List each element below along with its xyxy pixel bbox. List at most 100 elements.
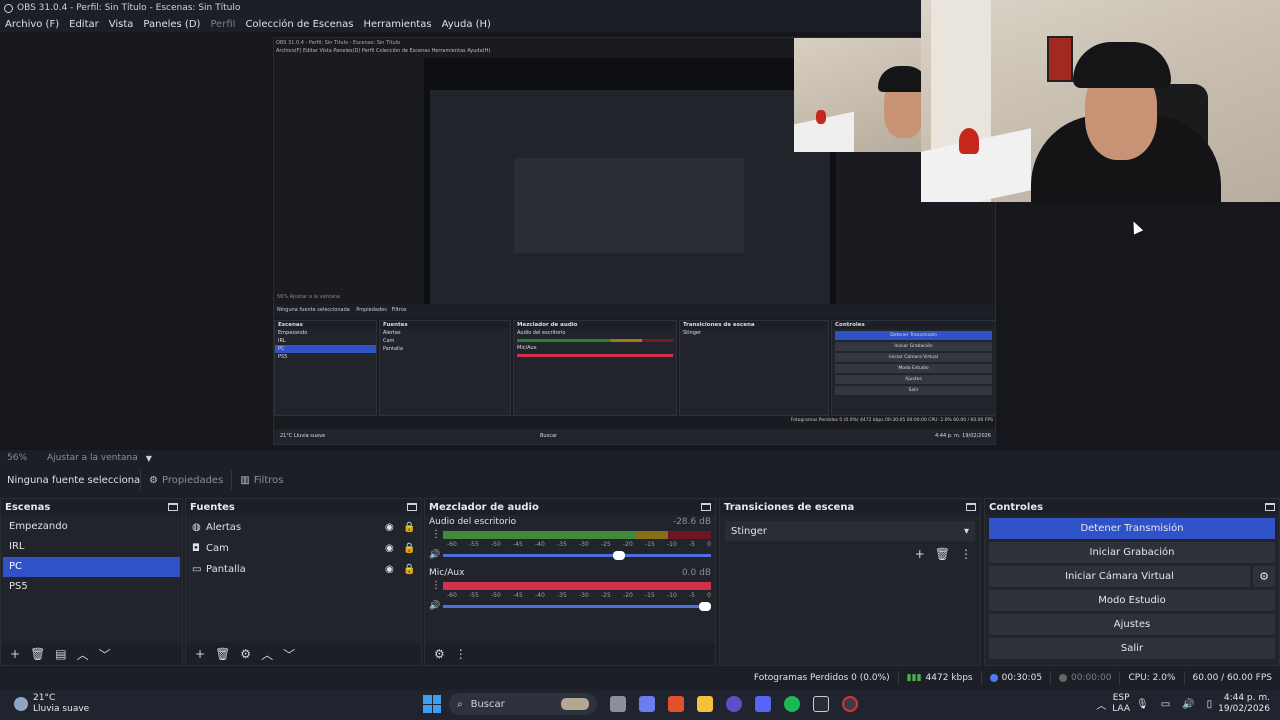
lock-icon[interactable]: 🔒: [403, 564, 415, 575]
window-title: OBS 31.0.4 - Perfil: Sin Título - Escena…: [17, 3, 241, 13]
trash-icon[interactable]: 🗑: [30, 647, 45, 661]
start-recording-button[interactable]: Iniciar Grabación: [989, 542, 1275, 563]
spotify-icon[interactable]: [784, 696, 800, 712]
chevron-down-icon[interactable]: ▼: [146, 454, 152, 463]
scene-item-irl[interactable]: IRL: [3, 537, 180, 557]
chevron-up-icon[interactable]: ︿: [77, 646, 89, 663]
sources-dock: Fuentes ◍ Alertas ◉ 🔒 ◘ Cam ◉ 🔒 ▭ Pantal…: [185, 498, 422, 666]
microphone-icon[interactable]: 🎙: [1136, 699, 1149, 710]
volume-slider-handle[interactable]: [613, 550, 626, 560]
filters-button[interactable]: ▥ Filtros: [231, 470, 291, 490]
obs-studio-icon[interactable]: [842, 696, 858, 712]
chevron-up-icon[interactable]: ︿: [261, 646, 273, 663]
undock-icon[interactable]: [168, 503, 178, 511]
menu-archivo[interactable]: Archivo (F): [5, 19, 59, 30]
obs-tray-app-icon[interactable]: [726, 696, 742, 712]
chevron-down-icon[interactable]: ﹀: [283, 646, 295, 663]
nested-source: Alertas: [383, 330, 401, 336]
trash-icon[interactable]: 🗑: [215, 647, 230, 661]
eye-icon[interactable]: ◉: [385, 564, 397, 575]
exit-button[interactable]: Salir: [989, 638, 1275, 659]
search-placeholder: Buscar: [470, 698, 505, 710]
copilot-icon[interactable]: [639, 696, 655, 712]
menu-editar[interactable]: Editar: [69, 19, 99, 30]
volume-slider-handle[interactable]: [699, 601, 711, 611]
cpu-status: CPU: 2.0%: [1119, 671, 1183, 685]
weather-widget[interactable]: 21°C Lluvia suave: [14, 693, 89, 715]
volume-slider[interactable]: [443, 550, 711, 560]
menu-paneles[interactable]: Paneles (D): [143, 19, 200, 30]
source-item-alertas[interactable]: ◍ Alertas ◉ 🔒: [186, 517, 421, 538]
more-vertical-icon[interactable]: ⋮: [960, 547, 972, 561]
chevron-down-icon[interactable]: ﹀: [99, 646, 111, 663]
volume-slider[interactable]: [443, 601, 711, 611]
stream-icon: [989, 674, 998, 682]
fps-status: 60.00 / 60.00 FPS: [1183, 671, 1280, 685]
status-bar: Fotogramas Perdidos 0 (0.0%) ▮▮▮ 4472 kb…: [0, 668, 1280, 688]
lock-icon[interactable]: 🔒: [403, 543, 415, 554]
virtual-camera-button[interactable]: Iniciar Cámara Virtual: [989, 566, 1250, 587]
fit-to-window[interactable]: Ajustar a la ventana: [47, 453, 138, 463]
network-icon[interactable]: ▭: [1161, 699, 1170, 710]
eye-icon[interactable]: ◉: [385, 543, 397, 554]
undock-icon[interactable]: [407, 503, 417, 511]
mixer-channel-mic: Mic/Aux 0.0 dB ⋮ -60 -55 -50 -45 -40 -35 -30 -2…: [425, 566, 715, 613]
more-vertical-icon[interactable]: ⋮: [429, 529, 443, 540]
studio-mode-button[interactable]: Modo Estudio: [989, 590, 1275, 611]
sources-title: Fuentes: [190, 501, 235, 513]
speaker-icon[interactable]: 🔊: [429, 601, 443, 611]
add-icon[interactable]: +: [915, 547, 925, 561]
menu-vista[interactable]: Vista: [109, 19, 134, 30]
add-icon[interactable]: +: [10, 647, 20, 661]
lock-icon[interactable]: 🔒: [403, 522, 415, 533]
undock-icon[interactable]: [1265, 503, 1275, 511]
sources-footer: + 🗑 ⚙ ︿ ﹀: [186, 643, 421, 665]
mixer-title: Mezclador de audio: [429, 501, 539, 513]
signal-icon: ▮▮▮: [906, 673, 922, 683]
record-time-status: 00:00:00: [1050, 671, 1119, 685]
filter-icon[interactable]: ▤: [55, 647, 66, 661]
menu-perfil[interactable]: Perfil: [210, 19, 235, 30]
windows-start-icon[interactable]: [423, 695, 441, 713]
scene-item-pc[interactable]: PC: [3, 557, 180, 577]
discord-icon[interactable]: [755, 696, 771, 712]
audio-app-icon[interactable]: [813, 696, 829, 712]
file-explorer-icon[interactable]: [697, 696, 713, 712]
trash-icon[interactable]: 🗑: [935, 547, 950, 561]
more-vertical-icon[interactable]: ⋮: [455, 647, 467, 661]
source-item-cam[interactable]: ◘ Cam ◉ 🔒: [186, 538, 421, 559]
gear-icon[interactable]: ⚙: [434, 647, 445, 661]
battery-icon[interactable]: ▯: [1207, 699, 1213, 710]
language-indicator[interactable]: ESP LAA: [1112, 693, 1130, 715]
undock-icon[interactable]: [701, 503, 711, 511]
chevron-up-icon[interactable]: ︿: [1096, 697, 1106, 712]
clock-time: 4:44 p. m.: [1223, 693, 1270, 703]
menu-herramientas[interactable]: Herramientas: [363, 19, 431, 30]
tick: -15: [645, 541, 655, 548]
eye-icon[interactable]: ◉: [385, 522, 397, 533]
volume-icon[interactable]: 🔊: [1182, 699, 1194, 710]
settings-button[interactable]: Ajustes: [989, 614, 1275, 635]
properties-button[interactable]: ⚙ Propiedades: [140, 470, 231, 490]
source-item-pantalla[interactable]: ▭ Pantalla ◉ 🔒: [186, 559, 421, 580]
gear-icon[interactable]: ⚙: [1253, 566, 1275, 587]
taskbar-search[interactable]: ⌕ Buscar: [449, 693, 597, 715]
transition-select[interactable]: Stinger ▾: [725, 521, 975, 541]
bitrate-status: ▮▮▮ 4472 kbps: [897, 671, 981, 685]
clock[interactable]: 4:44 p. m. 19/02/2026: [1218, 693, 1270, 715]
add-icon[interactable]: +: [195, 647, 205, 661]
task-view-icon[interactable]: [610, 696, 626, 712]
scene-item-empezando[interactable]: Empezando: [3, 517, 180, 537]
brave-browser-icon[interactable]: [668, 696, 684, 712]
nested-mixer-panel: Mezclador de audio Audio del escritorio …: [513, 320, 677, 416]
gear-icon[interactable]: ⚙: [240, 647, 251, 661]
nested-scene: PC: [275, 345, 376, 353]
menu-ayuda[interactable]: Ayuda (H): [442, 19, 491, 30]
more-vertical-icon[interactable]: ⋮: [429, 580, 443, 591]
stop-stream-button[interactable]: Detener Transmisión: [989, 518, 1275, 539]
scene-item-ps5[interactable]: PS5: [3, 577, 180, 597]
nested-weather: 21°C Lluvia suave: [280, 433, 326, 439]
speaker-icon[interactable]: 🔊: [429, 550, 443, 560]
undock-icon[interactable]: [966, 503, 976, 511]
menu-coleccion-escenas[interactable]: Colección de Escenas: [245, 19, 353, 30]
